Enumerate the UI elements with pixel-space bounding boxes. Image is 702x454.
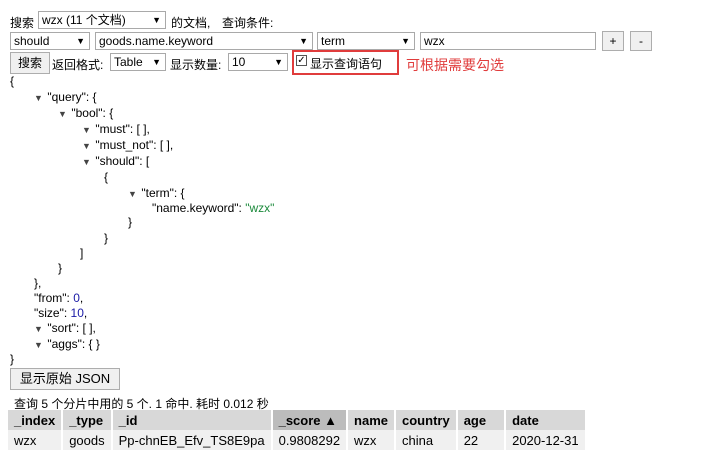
field-select-value: goods.name.keyword	[99, 34, 214, 48]
must-not-node[interactable]: ▼ "must_not": [ ],	[82, 138, 173, 154]
column-header-id[interactable]: _id	[111, 410, 273, 430]
should-key: "should": [	[95, 154, 150, 168]
bool-select[interactable]: should ▼	[10, 32, 90, 50]
should-node[interactable]: ▼ "should": [	[82, 154, 149, 170]
query-condition-label: 查询条件:	[222, 16, 274, 30]
should-close: ]	[80, 246, 84, 260]
chevron-down-icon: ▼	[152, 15, 161, 25]
sort-node[interactable]: ▼ "sort": [ ],	[34, 321, 96, 337]
from-line: "from": 0,	[34, 291, 83, 306]
results-table: _index _type _id _score ▲ name country a…	[8, 410, 587, 450]
size-line: "size": 10,	[34, 306, 87, 321]
query-close: },	[34, 276, 42, 290]
size-key: "size":	[34, 306, 71, 320]
format-select[interactable]: Table ▼	[110, 53, 166, 71]
should-item-open: {	[104, 170, 109, 184]
field-select[interactable]: goods.name.keyword ▼	[95, 32, 313, 50]
triangle-down-icon: ▼	[34, 340, 43, 350]
cell-age: 22	[456, 430, 507, 450]
chevron-down-icon: ▼	[274, 57, 283, 67]
size-value: 10	[70, 306, 84, 320]
cell-name: wzx	[347, 430, 397, 450]
query-node[interactable]: ▼ "query": {	[34, 90, 97, 106]
count-select[interactable]: 10 ▼	[228, 53, 288, 71]
show-raw-json-button[interactable]: 显示原始 JSON	[10, 368, 120, 390]
column-header-country[interactable]: country	[395, 410, 458, 430]
term-key: "term": {	[141, 186, 185, 200]
add-condition-button[interactable]: +	[602, 31, 624, 51]
format-select-value: Table	[114, 55, 143, 69]
show-count-label: 显示数量:	[170, 58, 222, 72]
from-key: "from":	[34, 291, 74, 305]
triangle-down-icon: ▼	[82, 157, 91, 167]
show-query-checkbox[interactable]: ✓	[296, 55, 307, 66]
json-open: {	[10, 74, 15, 88]
should-item-close: }	[104, 231, 109, 245]
json-close: }	[10, 352, 15, 366]
name-keyword-line: "name.keyword": "wzx"	[152, 201, 274, 216]
search-label: 搜索	[10, 16, 35, 30]
triangle-down-icon: ▼	[128, 189, 137, 199]
op-select[interactable]: term ▼	[317, 32, 415, 50]
cell-index: wzx	[8, 430, 64, 450]
bool-key: "bool": {	[71, 106, 114, 120]
index-select-value: wzx (11 个文档)	[42, 13, 126, 27]
name-keyword-value: "wzx"	[245, 201, 275, 215]
cell-type: goods	[62, 430, 113, 450]
from-comma: ,	[79, 291, 84, 305]
term-close: }	[128, 215, 133, 229]
search-button[interactable]: 搜索	[10, 52, 50, 74]
column-header-name[interactable]: name	[347, 410, 397, 430]
annotation-text: 可根据需要勾选	[406, 57, 504, 73]
remove-condition-button[interactable]: -	[630, 31, 652, 51]
show-query-label: 显示查询语句	[310, 57, 383, 71]
table-row[interactable]: wzx goods Pp-chnEB_Efv_TS8E9pa 0.9808292…	[8, 430, 587, 450]
bool-node[interactable]: ▼ "bool": {	[58, 106, 113, 122]
triangle-down-icon: ▼	[82, 141, 91, 151]
cell-score: 0.9808292	[271, 430, 349, 450]
count-select-value: 10	[232, 55, 246, 69]
doc-label: 的文档,	[171, 16, 211, 30]
op-select-value: term	[321, 34, 345, 48]
size-comma: ,	[83, 306, 88, 320]
sort-key: "sort": [ ],	[47, 321, 96, 335]
term-node[interactable]: ▼ "term": {	[128, 186, 185, 202]
aggs-key: "aggs": { }	[47, 337, 100, 351]
must-node[interactable]: ▼ "must": [ ],	[82, 122, 150, 138]
query-key: "query": {	[47, 90, 97, 104]
cell-country: china	[395, 430, 458, 450]
return-format-label: 返回格式:	[52, 58, 104, 72]
name-keyword-key: "name.keyword":	[152, 201, 246, 215]
value-input[interactable]: wzx	[420, 32, 596, 50]
chevron-down-icon: ▼	[299, 36, 308, 46]
index-select[interactable]: wzx (11 个文档) ▼	[38, 11, 166, 29]
column-header-type[interactable]: _type	[62, 410, 113, 430]
from-value: 0	[73, 291, 80, 305]
aggs-node[interactable]: ▼ "aggs": { }	[34, 337, 100, 353]
triangle-down-icon: ▼	[82, 125, 91, 135]
chevron-down-icon: ▼	[152, 57, 161, 67]
chevron-down-icon: ▼	[401, 36, 410, 46]
column-header-index[interactable]: _index	[8, 410, 64, 430]
table-header-row: _index _type _id _score ▲ name country a…	[8, 410, 587, 430]
column-header-score[interactable]: _score ▲	[271, 410, 349, 430]
column-header-age[interactable]: age	[456, 410, 507, 430]
column-header-date[interactable]: date	[505, 410, 587, 430]
cell-id: Pp-chnEB_Efv_TS8E9pa	[111, 430, 273, 450]
triangle-down-icon: ▼	[58, 109, 67, 119]
triangle-down-icon: ▼	[34, 324, 43, 334]
triangle-down-icon: ▼	[34, 93, 43, 103]
cell-date: 2020-12-31	[505, 430, 587, 450]
must-key: "must": [ ],	[95, 122, 150, 136]
must-not-key: "must_not": [ ],	[95, 138, 174, 152]
bool-close: }	[58, 261, 63, 275]
bool-select-value: should	[14, 34, 50, 48]
chevron-down-icon: ▼	[76, 36, 85, 46]
